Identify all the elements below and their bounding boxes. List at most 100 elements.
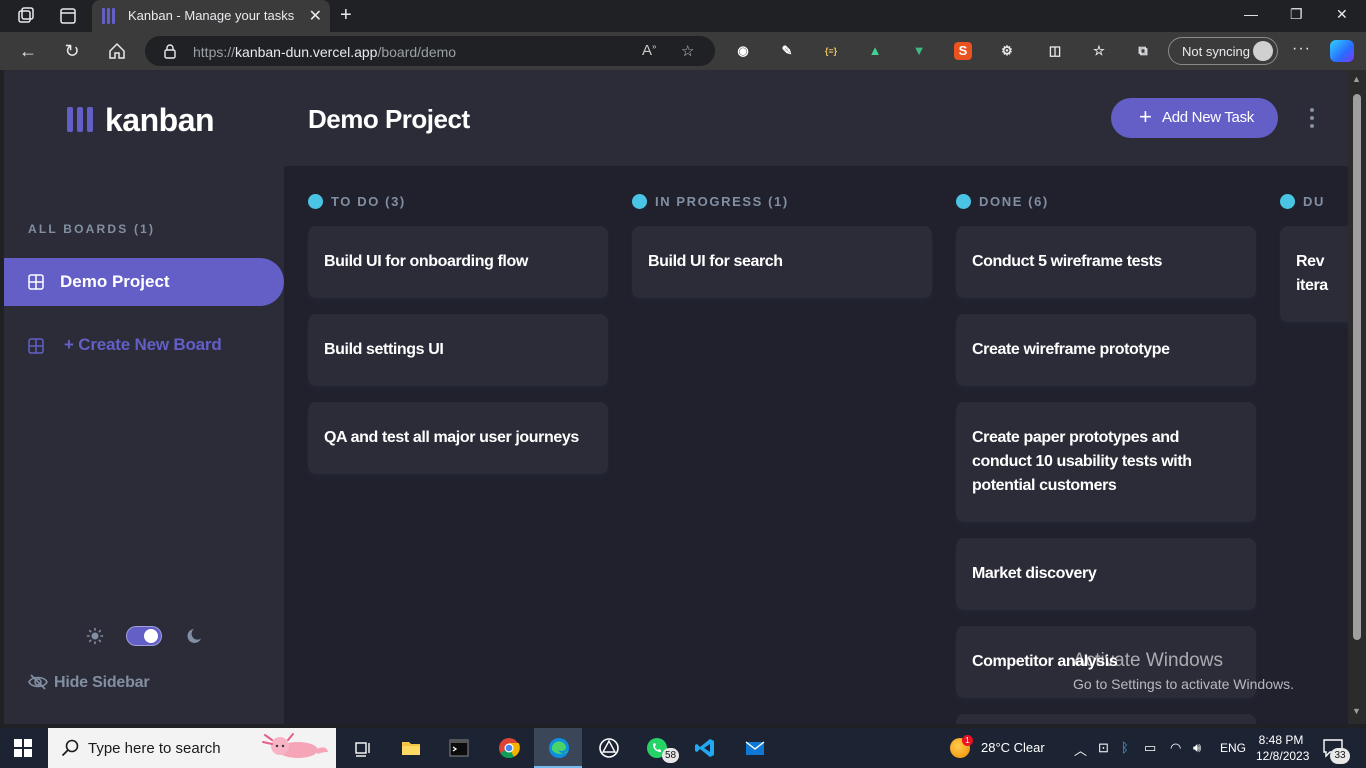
home-icon[interactable] (106, 40, 128, 62)
device-icon[interactable]: ⊡ (1098, 740, 1109, 756)
task-card[interactable]: Build settings UI (308, 314, 608, 386)
svelte-extension-icon[interactable]: S (954, 42, 972, 60)
maximize-button[interactable]: ❐ (1290, 6, 1303, 23)
scroll-up-icon[interactable]: ▲ (1352, 74, 1361, 84)
add-new-task-button[interactable]: + Add New Task (1111, 98, 1278, 138)
task-card[interactable]: Create paper prototypes and conduct 10 u… (956, 402, 1256, 522)
task-title: Conduct 5 wireframe tests (972, 253, 1163, 270)
task-title: Create paper prototypes and conduct 10 u… (972, 429, 1192, 494)
watermark-subtitle: Go to Settings to activate Windows. (1073, 676, 1294, 692)
edge-button[interactable] (534, 728, 582, 768)
openai-icon (599, 738, 619, 758)
theme-toggle[interactable] (126, 626, 162, 646)
eye-slash-icon (28, 674, 48, 690)
tray-expand-icon[interactable]: ︿ (1074, 740, 1087, 759)
task-view-button[interactable] (338, 728, 386, 768)
eyedropper-icon[interactable]: ✎ (778, 42, 796, 60)
lock-icon[interactable] (163, 43, 177, 59)
chrome-button[interactable] (484, 728, 532, 768)
nuxt-extension-icon[interactable]: ▲ (866, 42, 884, 60)
browser-tab-bar: Kanban - Manage your tasks ✕ + — ❐ ✕ (0, 0, 1366, 32)
clock[interactable]: 8:48 PM 12/8/2023 (1256, 732, 1309, 764)
vue-extension-icon[interactable]: ▼ (910, 42, 928, 60)
task-card[interactable]: Conduct 5 wireframe tests (956, 226, 1256, 298)
sidebar-item-demo-project[interactable]: Demo Project (4, 258, 284, 306)
axolotl-search-highlight-icon (262, 733, 328, 758)
logo[interactable]: kanban (67, 102, 227, 138)
extension-1-icon[interactable]: ◉ (734, 42, 752, 60)
language-indicator[interactable]: ENG (1220, 741, 1246, 755)
more-icon[interactable]: ··· (1292, 40, 1311, 58)
task-title: Rev itera (1296, 253, 1328, 294)
activate-windows-watermark: Activate Windows Go to Settings to activ… (1073, 650, 1294, 692)
page-title: Demo Project (308, 104, 470, 134)
address-bar[interactable]: https://kanban-dun.vercel.app/board/demo… (145, 36, 715, 66)
battery-icon[interactable]: ▭ (1144, 740, 1156, 756)
chrome-icon (499, 738, 520, 759)
task-card[interactable] (956, 714, 1256, 724)
hide-sidebar-button[interactable]: Hide Sidebar (28, 670, 228, 698)
column-dot (308, 194, 323, 209)
windows-start-icon[interactable] (14, 739, 32, 757)
terminal-icon (449, 739, 469, 757)
folder-icon (402, 742, 420, 755)
terminal-button[interactable] (434, 728, 482, 768)
all-boards-heading: ALL BOARDS (1) (28, 222, 156, 236)
board-menu-icon[interactable] (1304, 108, 1320, 130)
weather-widget[interactable]: 1 28°C Clear (948, 728, 1058, 768)
wifi-icon[interactable]: ◠ (1170, 740, 1181, 756)
whatsapp-badge: 58 (662, 748, 679, 763)
task-card[interactable]: Build UI for onboarding flow (308, 226, 608, 298)
vscode-icon (695, 739, 714, 757)
profile-sync-button[interactable]: Not syncing (1168, 37, 1278, 65)
copilot-icon[interactable] (1330, 40, 1354, 62)
kanban-app: kanban Demo Project + Add New Task ALL B… (4, 70, 1348, 724)
workspaces-icon[interactable] (16, 6, 36, 26)
mail-button[interactable] (730, 728, 778, 768)
task-card[interactable]: Create wireframe prototype (956, 314, 1256, 386)
column-title: IN PROGRESS (1) (655, 194, 789, 209)
vscode-button[interactable] (680, 728, 728, 768)
create-new-board-button[interactable]: + Create New Board (4, 322, 284, 370)
tab-actions-icon[interactable] (58, 6, 78, 26)
page-scrollbar[interactable]: ▲ ▼ (1348, 70, 1366, 724)
json-extension-icon[interactable]: {≡} (822, 42, 840, 60)
task-title: Build UI for onboarding flow (324, 253, 528, 270)
task-card[interactable]: Build UI for search (632, 226, 932, 298)
light-mode-icon (86, 627, 104, 645)
refresh-icon[interactable]: ↻ (61, 40, 83, 62)
mail-icon (745, 741, 765, 755)
close-window-button[interactable]: ✕ (1336, 6, 1348, 23)
bluetooth-icon[interactable]: ᛒ (1121, 740, 1129, 755)
taskbar-search[interactable]: Type here to search (48, 728, 336, 768)
collections-icon[interactable]: ⧉ (1134, 42, 1152, 60)
chatgpt-button[interactable] (584, 728, 632, 768)
task-title: Create wireframe prototype (972, 341, 1170, 358)
extensions-icon[interactable]: ⚙ (998, 42, 1016, 60)
plus-icon: + (1139, 104, 1152, 129)
column-dot (956, 194, 971, 209)
whatsapp-button[interactable]: 58 (632, 728, 680, 768)
file-explorer-button[interactable] (386, 728, 434, 768)
new-tab-button[interactable]: + (340, 4, 352, 27)
minimize-button[interactable]: — (1244, 6, 1258, 22)
url-text[interactable]: https://kanban-dun.vercel.app/board/demo (193, 44, 456, 60)
task-card[interactable]: Rev itera (1280, 226, 1348, 322)
task-title: Build UI for search (648, 253, 783, 270)
task-card[interactable]: QA and test all major user journeys (308, 402, 608, 474)
back-icon[interactable]: ← (17, 40, 39, 62)
close-tab-icon[interactable]: ✕ (309, 6, 322, 26)
board-area: TO DO (3) Build UI for onboarding flow B… (284, 166, 1348, 724)
sidebar-item-label: Demo Project (60, 272, 170, 291)
browser-tab[interactable]: Kanban - Manage your tasks ✕ (92, 0, 330, 32)
task-card[interactable]: Market discovery (956, 538, 1256, 610)
browser-toolbar: ← ↻ https://kanban-dun.vercel.app/board/… (0, 32, 1366, 70)
favorite-star-icon[interactable]: ☆ (681, 42, 694, 60)
scroll-down-icon[interactable]: ▼ (1352, 706, 1361, 716)
volume-icon[interactable]: 🔊︎ (1193, 740, 1201, 756)
avatar (1253, 41, 1273, 61)
read-aloud-icon[interactable]: A» (642, 42, 656, 59)
favorites-icon[interactable]: ☆ (1090, 42, 1108, 60)
split-screen-icon[interactable]: ◫ (1046, 42, 1064, 60)
scrollbar-thumb[interactable] (1353, 94, 1361, 640)
